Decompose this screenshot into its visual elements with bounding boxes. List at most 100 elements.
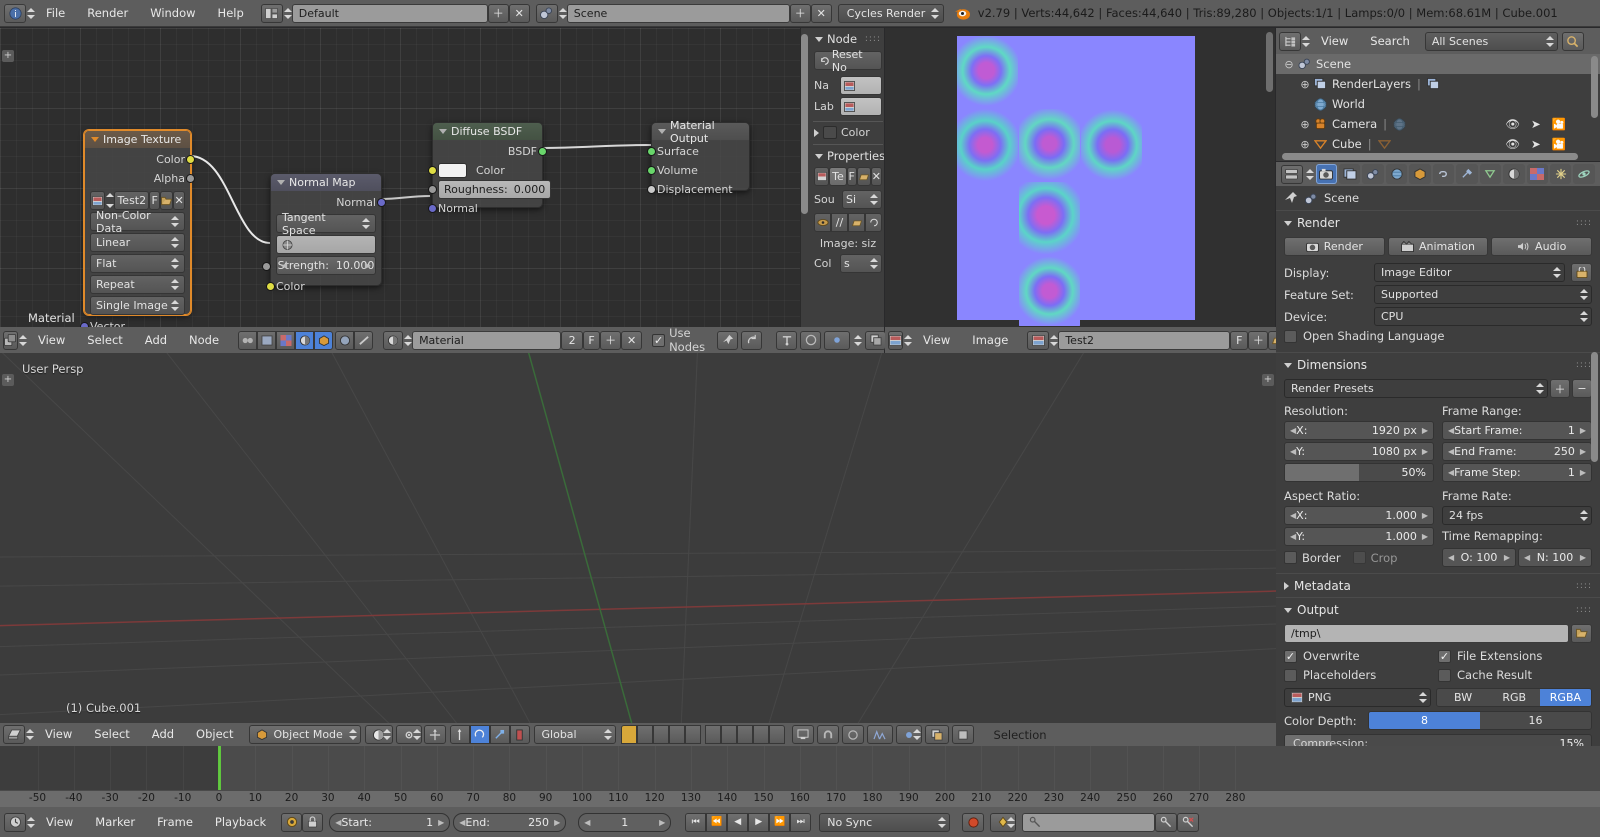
layer-6[interactable] xyxy=(704,725,721,744)
node-diffuse-bsdf-header[interactable]: Diffuse BSDF xyxy=(433,123,542,140)
outliner-hscrollbar[interactable] xyxy=(1282,153,1578,160)
section-render-header[interactable]: Render :::: xyxy=(1276,210,1600,234)
outliner-type-spinner-icon[interactable] xyxy=(1301,34,1310,49)
socket-normal-in[interactable] xyxy=(428,204,437,213)
image-editor-type-icon[interactable] xyxy=(888,330,903,350)
collapse-triangle-icon[interactable] xyxy=(277,180,285,185)
outliner-row-camera[interactable]: ⊕ Camera | 👁 ➤ 🎦 xyxy=(1276,114,1600,134)
menu-help[interactable]: Help xyxy=(207,0,255,27)
socket-displacement-in[interactable] xyxy=(647,185,656,194)
aspect-x-field[interactable]: ◀ X: 1.000 ▶ xyxy=(1284,506,1434,525)
file-extensions-check-icon[interactable] xyxy=(1438,649,1451,663)
node-input-volume[interactable]: Volume xyxy=(647,161,744,180)
image-name-field[interactable]: Test2 xyxy=(114,191,150,210)
outliner-tree[interactable]: ⊖ Scene ⊕ RenderLayers | World ⊕ Camera | 👁 ➤ 🎦 ⊕ Cub… xyxy=(1276,54,1600,161)
tab-data[interactable] xyxy=(1479,164,1502,184)
play-reverse-button[interactable]: ◀ xyxy=(727,812,749,832)
timeline-track-area[interactable] xyxy=(0,746,1600,790)
cache-result-check-icon[interactable] xyxy=(1438,668,1451,682)
node-label-field[interactable] xyxy=(840,97,882,116)
outliner-expander-icon[interactable]: ⊕ xyxy=(1298,118,1312,131)
play-button[interactable]: ▶ xyxy=(748,812,770,832)
viewport-editor-type-icon[interactable] xyxy=(3,725,25,744)
open-texture-button[interactable] xyxy=(856,167,871,186)
cache-result-checkbox[interactable]: Cache Result xyxy=(1438,668,1592,682)
material-users-count[interactable]: 2 xyxy=(561,330,584,350)
tab-physics[interactable] xyxy=(1573,164,1595,184)
osl-check-icon[interactable] xyxy=(1284,329,1297,343)
device-select[interactable]: CPU xyxy=(1374,307,1592,326)
image-editor-vscrollbar[interactable] xyxy=(1266,32,1273,92)
source-dropdown[interactable]: Single Image xyxy=(90,296,185,315)
color-mode-bw[interactable]: BW xyxy=(1437,689,1489,706)
crop-check-icon[interactable] xyxy=(1352,551,1366,564)
interaction-mode-select[interactable]: Object Mode xyxy=(248,725,361,744)
manipulator-toggle-icon[interactable] xyxy=(423,725,446,744)
image-editor-type-spinner-icon[interactable] xyxy=(903,333,912,348)
properties-type-spinner-icon[interactable] xyxy=(1305,167,1314,182)
render-image-button[interactable]: Render xyxy=(1284,237,1385,256)
resolution-y-field[interactable]: ◀ Y: 1080 px ▶ xyxy=(1284,442,1434,461)
renderlayer-data-icon[interactable] xyxy=(1426,78,1440,90)
file-format-select[interactable]: PNG xyxy=(1284,688,1432,707)
jump-back-keyframe-button[interactable]: ⏪ xyxy=(706,812,728,832)
menu-render[interactable]: Render xyxy=(76,0,139,27)
node-menu-select[interactable]: Select xyxy=(76,327,133,354)
manipulator-scale-icon[interactable] xyxy=(489,725,510,744)
node-normal-map[interactable]: Normal Map Normal Tangent Space ◀ Streng… xyxy=(262,173,386,293)
outliner-row-cube[interactable]: ⊕ Cube | 👁 ➤ 🎦 xyxy=(1276,134,1600,154)
overwrite-check-icon[interactable] xyxy=(1284,649,1297,663)
snap-magnet-icon[interactable] xyxy=(816,725,839,744)
keying-set-select[interactable] xyxy=(990,812,1017,832)
pack-image-button[interactable] xyxy=(848,213,865,232)
viewport-sidebar-expand-button[interactable]: + xyxy=(1262,374,1274,386)
outliner-expander-icon[interactable]: ⊖ xyxy=(1282,58,1296,71)
texture-datablock-icon[interactable] xyxy=(814,167,830,186)
selectable-cursor-icon[interactable]: ➤ xyxy=(1531,117,1541,131)
world-shader-tab[interactable] xyxy=(335,330,355,350)
display-mode-select[interactable]: Image Editor xyxy=(1374,263,1565,282)
proportional-edit-icon[interactable] xyxy=(866,725,893,744)
interpolation-dropdown[interactable]: Linear xyxy=(90,233,185,252)
shader-type-world-icon[interactable] xyxy=(257,330,277,350)
strength-slider[interactable]: ◀ Strength: 10.000 ▶ xyxy=(262,256,376,275)
menu-window[interactable]: Window xyxy=(139,0,206,27)
renderable-camera-icon[interactable]: 🎦 xyxy=(1552,117,1566,131)
viewport-shading-select[interactable] xyxy=(364,725,393,744)
texture-fake-user-toggle[interactable]: F xyxy=(846,167,857,186)
tab-particles[interactable] xyxy=(1550,164,1572,184)
material-name-field[interactable]: Material xyxy=(412,330,562,350)
timeline-type-spinner-icon[interactable] xyxy=(26,815,35,830)
new-image-button[interactable]: ＋ xyxy=(1248,330,1269,350)
remap-old-field[interactable]: ◀ O: 100 ▶ xyxy=(1442,548,1516,567)
border-check-icon[interactable] xyxy=(1284,551,1297,564)
node-input-normal-row[interactable]: Normal xyxy=(428,199,537,218)
projection-dropdown[interactable]: Flat xyxy=(90,254,185,273)
placeholders-checkbox[interactable]: Placeholders xyxy=(1284,668,1438,682)
border-checkbox[interactable]: Border xyxy=(1284,551,1341,565)
viewport-3d[interactable]: z x User Persp (1) Cube.001 + + xyxy=(0,353,1276,746)
transform-orientation-select[interactable]: Global xyxy=(533,725,616,744)
node-editor-canvas[interactable]: Image Texture Color Alpha Test2 F ✕ Non-… xyxy=(0,28,884,352)
material-datablock-icon[interactable] xyxy=(383,330,404,350)
layer-3[interactable] xyxy=(652,725,669,744)
image-colorspace-dropdown[interactable]: s xyxy=(840,254,882,273)
socket-alpha-out[interactable] xyxy=(186,174,195,183)
outliner-display-mode-select[interactable]: All Scenes xyxy=(1424,31,1558,51)
placeholders-check-icon[interactable] xyxy=(1284,668,1297,682)
normal-space-dropdown[interactable]: Tangent Space xyxy=(276,211,376,237)
image-editor-canvas[interactable] xyxy=(885,28,1275,326)
tab-world[interactable] xyxy=(1385,164,1408,184)
outliner-menu-view[interactable]: View xyxy=(1310,28,1359,55)
snap-target-icon[interactable] xyxy=(841,725,864,744)
proportional-edit-icon[interactable] xyxy=(800,330,822,350)
pin-node-tree-icon[interactable] xyxy=(717,330,739,350)
remap-new-field[interactable]: ◀ N: 100 ▶ xyxy=(1518,548,1592,567)
timeline-menu-marker[interactable]: Marker xyxy=(84,809,146,836)
node-diffuse-bsdf[interactable]: Diffuse BSDF BSDF Color Roughness: 0.000… xyxy=(428,122,552,215)
manipulator-rotate-icon[interactable] xyxy=(469,725,490,744)
display-lock-icon[interactable] xyxy=(1571,263,1592,282)
resolution-percentage-slider[interactable]: 50% xyxy=(1284,463,1434,482)
color-depth-8[interactable]: 8 xyxy=(1369,712,1480,729)
properties-vscrollbar[interactable] xyxy=(1591,352,1598,462)
